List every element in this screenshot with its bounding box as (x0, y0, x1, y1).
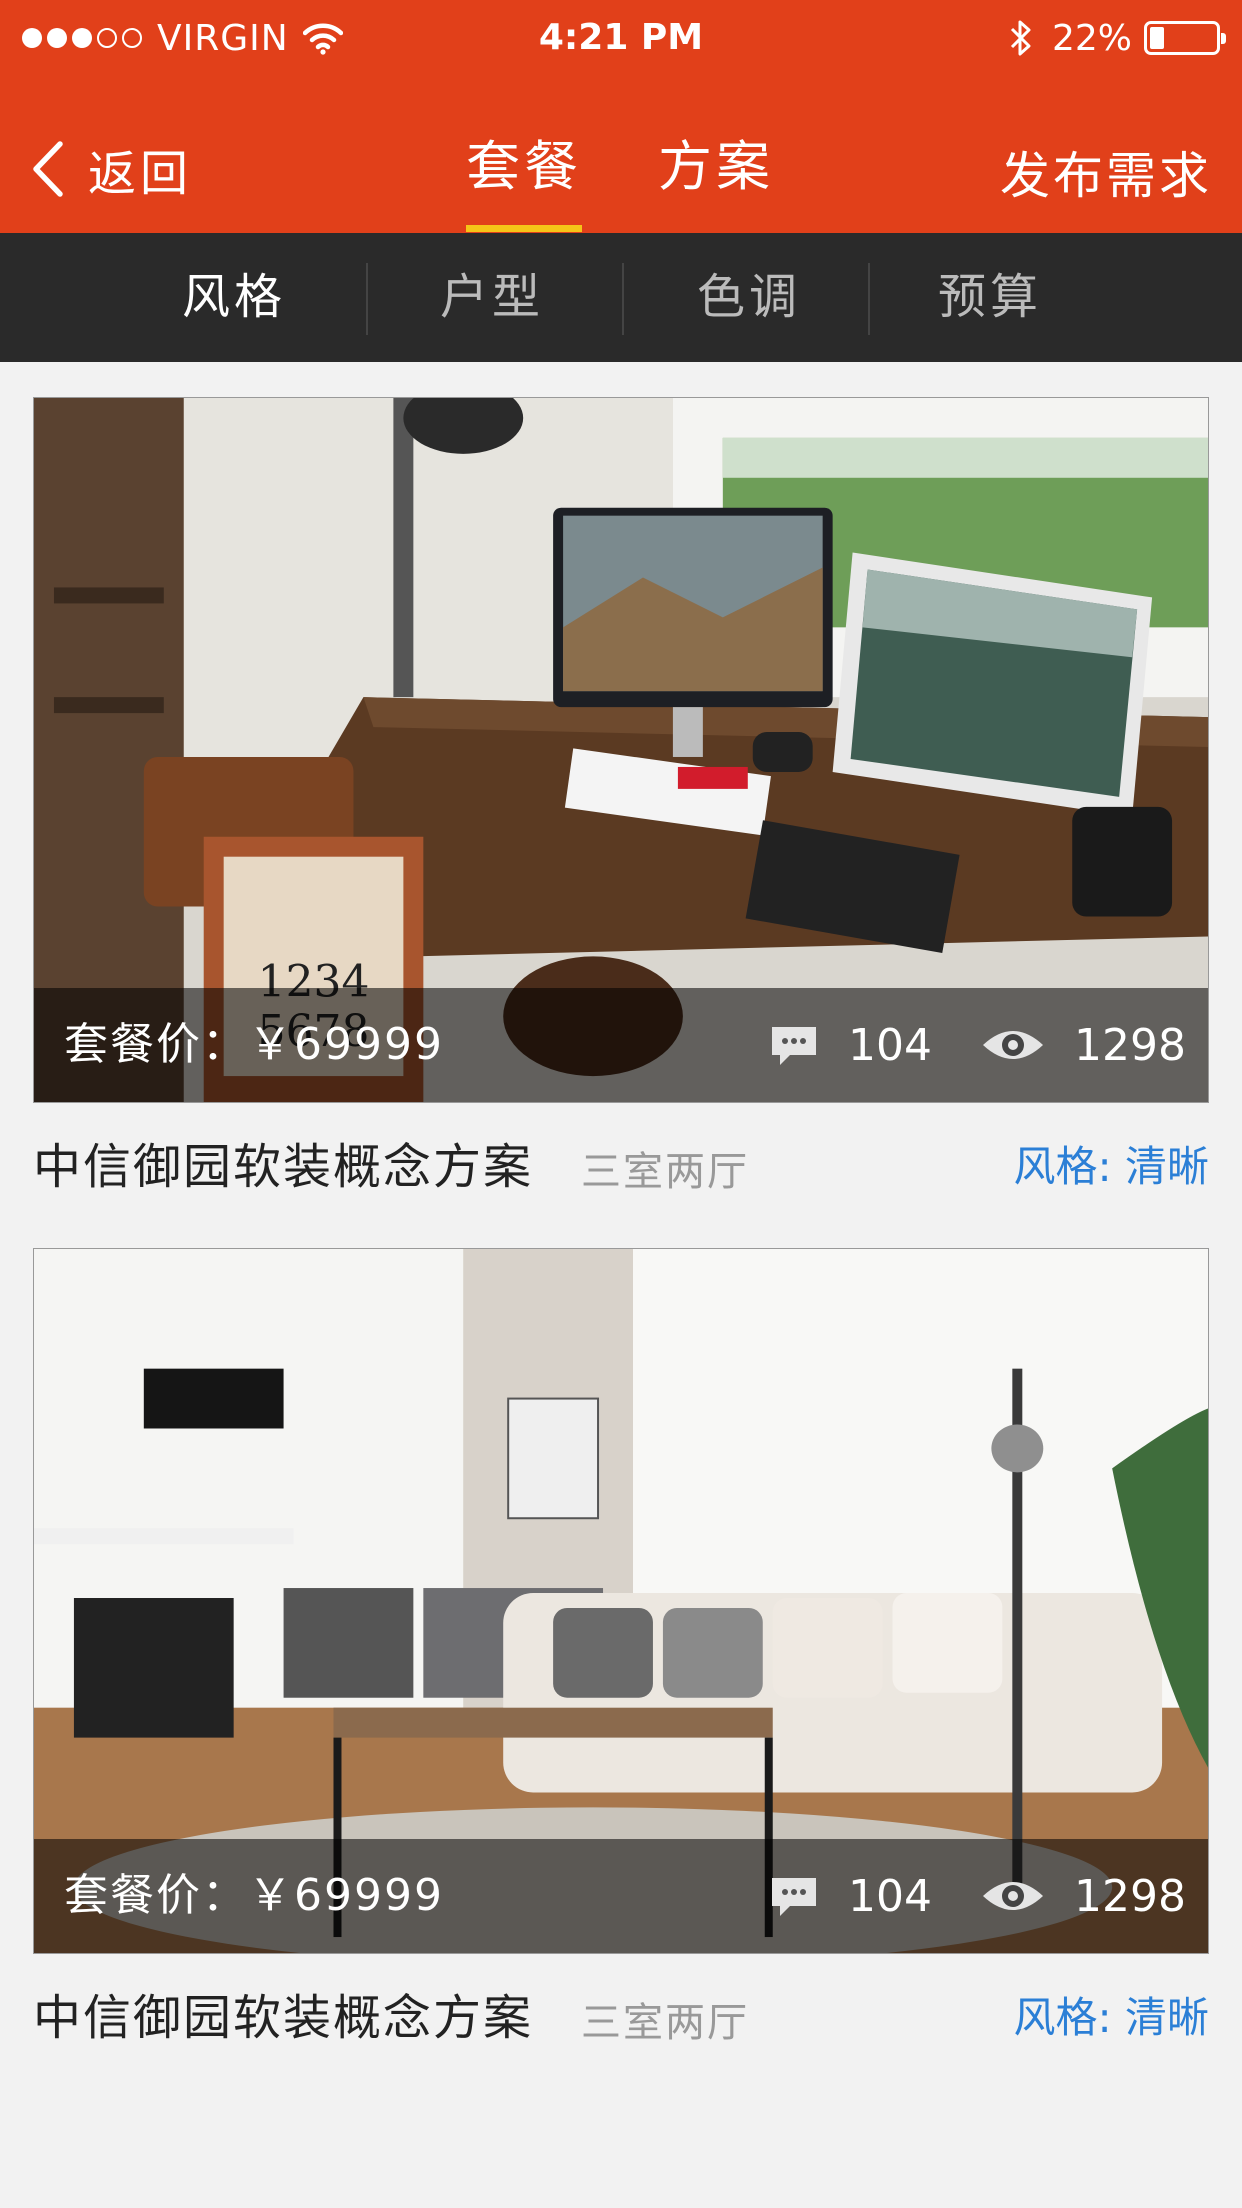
filter-color[interactable]: 色调 (697, 233, 801, 362)
comment-count: 104 (768, 988, 932, 1102)
chevron-left-icon (33, 141, 63, 197)
filter-divider (868, 263, 870, 335)
battery-level (1150, 27, 1165, 49)
status-left: VIRGIN (22, 14, 343, 62)
tab-package[interactable]: 套餐 (466, 122, 582, 232)
battery-icon (1144, 21, 1226, 55)
package-title: 中信御园软装概念方案 (33, 1139, 534, 1195)
back-label: 返回 (88, 146, 193, 202)
comment-icon (772, 1878, 816, 1916)
filter-divider (366, 263, 368, 335)
card-caption: 中信御园软装概念方案 三室两厅 风格: 清晰 (33, 1954, 1209, 2072)
view-count: 1298 (980, 988, 1186, 1102)
filter-divider (622, 263, 624, 335)
signal-dot-empty-icon (122, 28, 142, 48)
signal-dot-empty-icon (97, 28, 117, 48)
publish-request-button[interactable]: 发布需求 (1000, 136, 1212, 208)
tab-plan[interactable]: 方案 (658, 122, 774, 232)
wifi-icon (302, 23, 343, 55)
comment-count-value: 104 (848, 1019, 932, 1071)
package-photo[interactable]: 套餐价：￥69999 104 1298 (33, 1248, 1209, 1954)
comment-count: 104 (768, 1839, 932, 1953)
style-tag[interactable]: 风格: 清晰 (1013, 1984, 1209, 2045)
filter-budget[interactable]: 预算 (938, 233, 1042, 362)
eye-icon (983, 1882, 1043, 1910)
tab-package-label: 套餐 (466, 135, 582, 198)
price-overlay: 套餐价：￥69999 104 1298 (34, 1839, 1208, 1953)
back-button[interactable]: 返回 (30, 134, 192, 204)
carrier-name: VIRGIN (157, 17, 289, 59)
layout-tag: 三室两厅 (581, 1149, 749, 1195)
tab-plan-label: 方案 (658, 135, 774, 198)
filter-style[interactable]: 风格 (182, 233, 286, 362)
package-photo[interactable]: 1234 5678 套餐价：￥69999 104 1298 (33, 397, 1209, 1103)
comment-count-value: 104 (848, 1870, 932, 1922)
eye-icon (983, 1031, 1043, 1059)
package-card[interactable]: 套餐价：￥69999 104 1298 中信御园软装概念方案 三室两厅 风格: … (33, 1248, 1209, 2072)
view-count-value: 1298 (1074, 1870, 1186, 1922)
price-overlay: 套餐价：￥69999 104 1298 (34, 988, 1208, 1102)
battery-percent: 22% (1051, 17, 1132, 59)
tab-active-indicator (466, 225, 582, 232)
status-bar: VIRGIN 4:21 PM 22% (0, 0, 1242, 76)
nav-bar: 返回 套餐 方案 发布需求 (0, 100, 1242, 233)
package-title: 中信御园软装概念方案 (33, 1990, 534, 2046)
filter-bar: 风格 户型 色调 预算 (0, 233, 1242, 362)
signal-dot-icon (47, 28, 67, 48)
layout-tag: 三室两厅 (581, 2000, 749, 2046)
signal-dot-icon (72, 28, 92, 48)
package-card[interactable]: 1234 5678 套餐价：￥69999 104 1298 (33, 397, 1209, 1221)
style-tag[interactable]: 风格: 清晰 (1013, 1133, 1209, 1194)
filter-layout[interactable]: 户型 (440, 233, 544, 362)
comment-icon (772, 1027, 816, 1065)
bluetooth-icon (1010, 20, 1031, 56)
view-count: 1298 (980, 1839, 1186, 1953)
package-price: 套餐价：￥69999 (64, 1019, 444, 1070)
signal-dot-icon (22, 28, 42, 48)
view-count-value: 1298 (1074, 1019, 1186, 1071)
package-price: 套餐价：￥69999 (64, 1870, 444, 1921)
status-right: 22% (1008, 14, 1226, 62)
card-caption: 中信御园软装概念方案 三室两厅 风格: 清晰 (33, 1103, 1209, 1221)
app-header: VIRGIN 4:21 PM 22% 返回 套餐 方案 发布需求 (0, 0, 1242, 233)
